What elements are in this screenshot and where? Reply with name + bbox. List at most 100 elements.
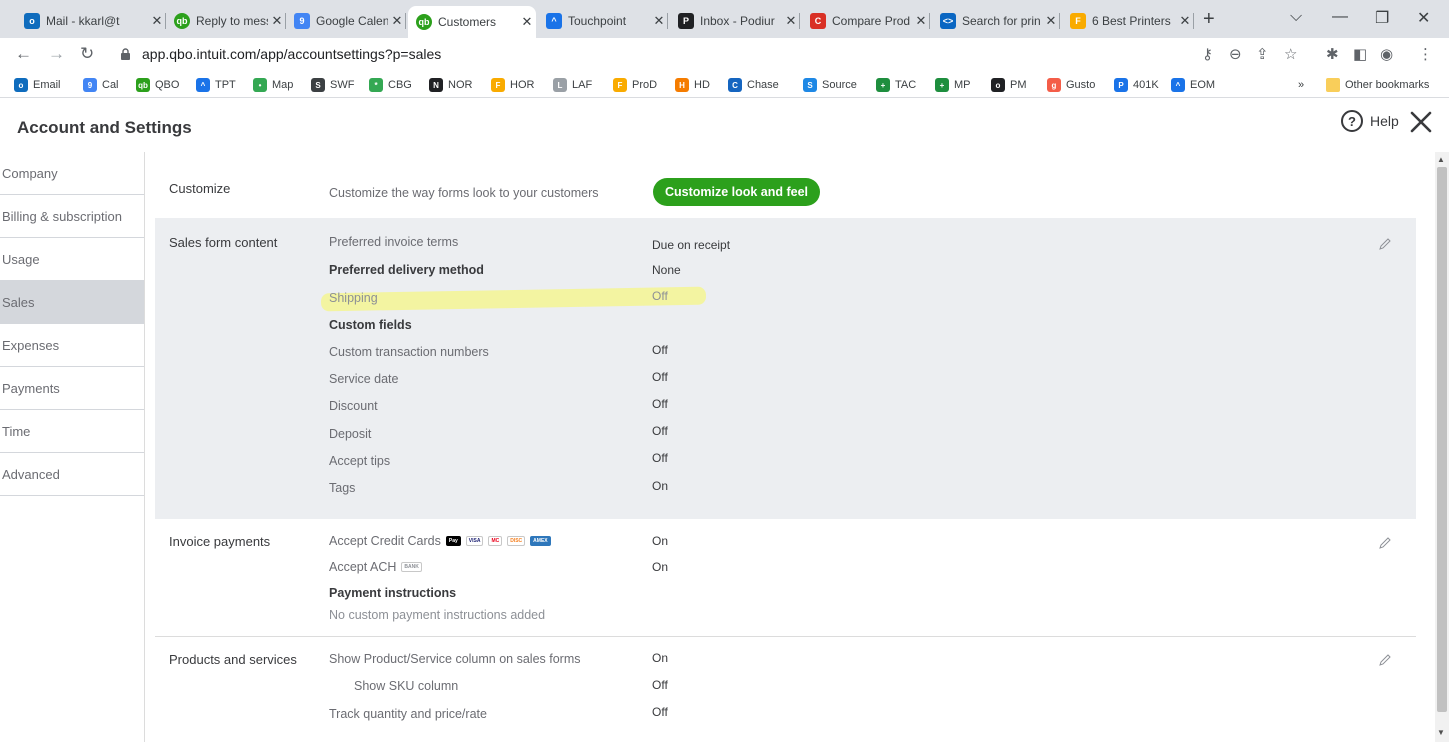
close-tab-icon[interactable]: ✕ bbox=[268, 13, 286, 29]
scroll-down-arrow-icon[interactable]: ▼ bbox=[1437, 728, 1445, 737]
bookmark-map-icon: • bbox=[253, 78, 267, 92]
back-arrow-icon[interactable]: ← bbox=[15, 44, 32, 64]
extensions-icon[interactable]: ✱ bbox=[1326, 46, 1339, 64]
bookmark-pm[interactable]: o PM bbox=[991, 77, 1027, 93]
window-close-icon[interactable]: ✕ bbox=[1417, 8, 1430, 28]
compare-icon: C bbox=[810, 13, 826, 29]
customize-look-and-feel-button[interactable]: Customize look and feel bbox=[653, 178, 820, 206]
close-tab-icon[interactable]: ✕ bbox=[782, 13, 800, 29]
sidebar-item-expenses[interactable]: Expenses bbox=[0, 324, 144, 367]
reload-icon[interactable]: ↻ bbox=[80, 44, 94, 64]
bookmark-laf[interactable]: L LAF bbox=[553, 77, 592, 93]
sidebar-item-company[interactable]: Company bbox=[0, 152, 144, 195]
bookmark-map[interactable]: • Map bbox=[253, 77, 293, 93]
section-invoice-payments[interactable]: Invoice payments Accept Credit Cards Pay… bbox=[155, 519, 1416, 637]
forward-arrow-icon[interactable]: → bbox=[48, 44, 65, 64]
zoom-icon[interactable]: ⊖ bbox=[1229, 46, 1242, 64]
tab-title: Touchpoint bbox=[568, 14, 627, 28]
close-tab-icon[interactable]: ✕ bbox=[1176, 13, 1194, 29]
browser-tab-touchpoint[interactable]: ^ Touchpoint ✕ bbox=[538, 8, 668, 34]
payment-instructions-label: Payment instructions bbox=[329, 586, 457, 600]
sidebar-item-billing[interactable]: Billing & subscription bbox=[0, 195, 144, 238]
bookmark-label: HD bbox=[694, 79, 710, 91]
bookmark-chase[interactable]: C Chase bbox=[728, 77, 779, 93]
scrollbar-thumb[interactable] bbox=[1437, 167, 1447, 712]
browser-tab-customers[interactable]: qb Customers ✕ bbox=[408, 6, 536, 38]
tab-title: Customers bbox=[438, 15, 497, 29]
more-menu-icon[interactable]: ⋮ bbox=[1418, 46, 1433, 64]
bookmark-tpt[interactable]: ^ TPT bbox=[196, 77, 236, 93]
key-icon[interactable]: ⚷ bbox=[1202, 46, 1213, 64]
help-button[interactable]: ? Help bbox=[1341, 110, 1399, 132]
quickbooks-icon: qb bbox=[174, 13, 190, 29]
bookmark-cbg[interactable]: * CBG bbox=[369, 77, 412, 93]
bookmark-qbo[interactable]: qb QBO bbox=[136, 77, 179, 93]
edit-pencil-icon[interactable] bbox=[1378, 237, 1392, 251]
bookmark-nor[interactable]: N NOR bbox=[429, 77, 472, 93]
sidebar-item-payments[interactable]: Payments bbox=[0, 367, 144, 410]
bookmark-mp[interactable]: + MP bbox=[935, 77, 971, 93]
setting-value: Off bbox=[652, 705, 668, 719]
visa-icon: VISA bbox=[465, 536, 484, 546]
document-icon: F bbox=[1070, 13, 1086, 29]
profile-avatar-icon[interactable]: ◉ bbox=[1380, 46, 1393, 64]
bookmark-email[interactable]: o Email bbox=[14, 77, 61, 93]
bookmark-source[interactable]: S Source bbox=[803, 77, 857, 93]
bookmark-label: SWF bbox=[330, 79, 355, 91]
sidebar-item-time[interactable]: Time bbox=[0, 410, 144, 453]
bookmark-401k[interactable]: P 401K bbox=[1114, 77, 1159, 93]
setting-label: Accept Credit Cards bbox=[329, 534, 441, 548]
section-title: Products and services bbox=[169, 652, 297, 667]
close-tab-icon[interactable]: ✕ bbox=[912, 13, 930, 29]
more-bookmarks-button[interactable]: » bbox=[1298, 77, 1304, 93]
page-title: Account and Settings bbox=[17, 118, 192, 137]
bookmark-swf[interactable]: S SWF bbox=[311, 77, 354, 93]
sidebar-item-advanced[interactable]: Advanced bbox=[0, 453, 144, 496]
bookmark-hd[interactable]: H HD bbox=[675, 77, 710, 93]
close-tab-icon[interactable]: ✕ bbox=[1042, 13, 1060, 29]
bookmark-source-icon: S bbox=[803, 78, 817, 92]
scroll-up-arrow-icon[interactable]: ▲ bbox=[1437, 155, 1445, 164]
bookmark-eom[interactable]: ^ EOM bbox=[1171, 77, 1215, 93]
section-products-and-services[interactable]: Products and services Show Product/Servi… bbox=[155, 637, 1416, 742]
setting-label: Accept ACH bbox=[329, 560, 397, 574]
bookmark-star-icon[interactable]: ☆ bbox=[1284, 46, 1297, 64]
browser-tab-compare[interactable]: C Compare Prod ✕ bbox=[802, 8, 930, 34]
new-tab-button[interactable]: + bbox=[1203, 9, 1215, 29]
tab-title: Google Calend bbox=[316, 14, 388, 28]
bookmark-hor[interactable]: F HOR bbox=[491, 77, 534, 93]
browser-tab-calendar[interactable]: 9 Google Calend ✕ bbox=[286, 8, 406, 34]
sidebar-item-usage[interactable]: Usage bbox=[0, 238, 144, 281]
close-tab-icon[interactable]: ✕ bbox=[148, 13, 166, 29]
browser-tab-mail[interactable]: o Mail - kkarl@t ✕ bbox=[16, 8, 166, 34]
bookmark-tac[interactable]: + TAC bbox=[876, 77, 916, 93]
address-bar[interactable]: app.qbo.intuit.com/app/accountsettings?p… bbox=[142, 46, 441, 62]
tab-search-chevron-icon[interactable]: ⌵ bbox=[1290, 8, 1302, 26]
close-tab-icon[interactable]: ✕ bbox=[518, 14, 536, 30]
minimize-icon[interactable]: — bbox=[1332, 8, 1348, 26]
bookmark-hd-icon: H bbox=[675, 78, 689, 92]
browser-tab-podium[interactable]: P Inbox - Podiur ✕ bbox=[670, 8, 800, 34]
bookmark-qbo-icon: qb bbox=[136, 78, 150, 92]
side-panel-icon[interactable]: ◧ bbox=[1353, 46, 1367, 64]
close-tab-icon[interactable]: ✕ bbox=[388, 13, 406, 29]
settings-content: Customize Customize the way forms look t… bbox=[145, 152, 1435, 742]
section-sales-form-content[interactable]: Sales form content Preferred invoice ter… bbox=[155, 218, 1416, 519]
share-icon[interactable]: ⇪ bbox=[1256, 46, 1269, 64]
browser-tab-printers[interactable]: F 6 Best Printers ✕ bbox=[1062, 8, 1194, 34]
maximize-icon[interactable]: ❐ bbox=[1375, 8, 1389, 28]
google-calendar-icon: 9 bbox=[294, 13, 310, 29]
edit-pencil-icon[interactable] bbox=[1378, 653, 1392, 667]
bookmark-gusto[interactable]: g Gusto bbox=[1047, 77, 1095, 93]
edit-pencil-icon[interactable] bbox=[1378, 536, 1392, 550]
browser-tab-reply[interactable]: qb Reply to mess ✕ bbox=[166, 8, 286, 34]
other-bookmarks-folder[interactable]: Other bookmarks bbox=[1326, 77, 1429, 93]
lock-icon[interactable] bbox=[120, 48, 131, 61]
browser-tab-search[interactable]: <> Search for prin ✕ bbox=[932, 8, 1060, 34]
close-tab-icon[interactable]: ✕ bbox=[650, 13, 668, 29]
bookmark-prod[interactable]: F ProD bbox=[613, 77, 657, 93]
close-icon[interactable] bbox=[1407, 108, 1435, 136]
bookmark-label: Chase bbox=[747, 79, 779, 91]
bookmark-cal[interactable]: 9 Cal bbox=[83, 77, 119, 93]
sidebar-item-sales[interactable]: Sales bbox=[0, 281, 144, 324]
